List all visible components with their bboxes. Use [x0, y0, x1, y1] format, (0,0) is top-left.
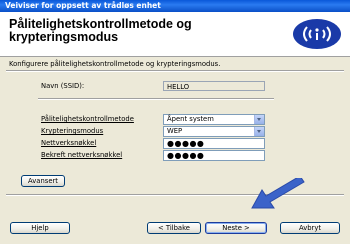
auth-method-label-text: Pålitelighetskontrollmetode	[41, 115, 134, 123]
title-bar: Veiviser for oppsett av trådløs enhet	[0, 0, 350, 12]
network-key-label-text: Nettverksnøkkel	[41, 139, 97, 147]
arrow-pointer-icon	[251, 178, 305, 209]
confirm-key-label-text: Bekreft nettverksnøkkel	[41, 151, 123, 159]
chevron-down-icon[interactable]	[254, 127, 264, 136]
auth-method-label: Pålitelighetskontrollmetode	[41, 115, 134, 123]
divider	[6, 70, 344, 72]
cancel-button[interactable]: Avbryt	[280, 222, 340, 234]
back-button[interactable]: < Tilbake	[147, 222, 201, 234]
next-button[interactable]: Neste >	[205, 222, 267, 234]
encryption-value: WEP	[167, 127, 183, 135]
auth-method-select[interactable]: Åpent system	[163, 114, 265, 125]
confirm-key-label: Bekreft nettverksnøkkel	[41, 151, 122, 159]
instruction-text: Konfigurere pålitelighetskontrollmetode …	[9, 60, 221, 68]
divider	[38, 98, 274, 100]
help-button[interactable]: Hjelp	[10, 222, 70, 234]
network-key-input[interactable]: ●●●●●	[163, 138, 265, 149]
encryption-select[interactable]: WEP	[163, 126, 265, 137]
wizard-window: Veiviser for oppsett av trådløs enhet På…	[0, 0, 350, 244]
encryption-label-text: Krypteringsmodus	[41, 127, 104, 135]
ssid-label: Navn (SSID):	[41, 82, 85, 90]
confirm-key-input[interactable]: ●●●●●	[163, 150, 265, 161]
chevron-down-icon[interactable]	[254, 115, 264, 124]
encryption-label: Krypteringsmodus	[41, 127, 103, 135]
ssid-value: HELLO	[163, 81, 265, 91]
advanced-button[interactable]: Avansert	[21, 175, 65, 187]
window-title: Veiviser for oppsett av trådløs enhet	[5, 1, 161, 10]
network-key-label: Nettverksnøkkel	[41, 139, 96, 147]
auth-method-value: Åpent system	[167, 115, 214, 123]
page-title: Pålitelighetskontrollmetode og krypterin…	[9, 17, 192, 44]
wireless-logo-icon	[293, 19, 341, 49]
wizard-header: Pålitelighetskontrollmetode og krypterin…	[0, 12, 350, 57]
